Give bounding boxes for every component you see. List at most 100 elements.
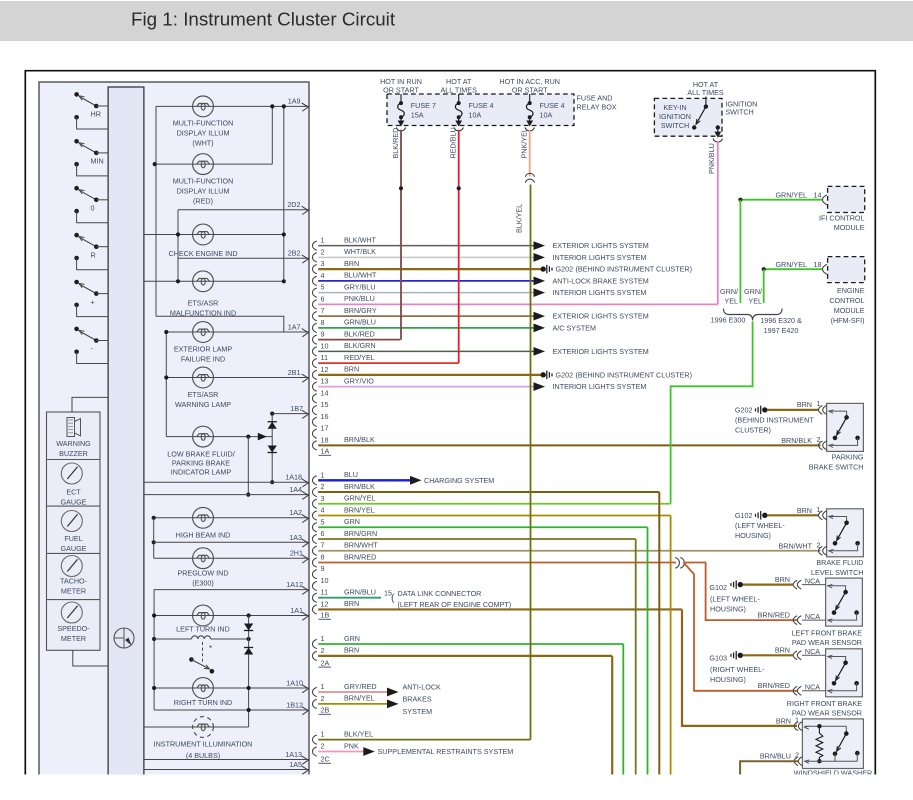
svg-text:GRN: GRN [344, 634, 360, 643]
svg-text:ALL TIMES: ALL TIMES [687, 88, 724, 97]
svg-text:7: 7 [321, 541, 325, 550]
svg-text:KEY-IN: KEY-IN [663, 103, 686, 112]
svg-text:15A: 15A [411, 111, 424, 120]
svg-text:G102: G102 [709, 583, 727, 592]
svg-text:2: 2 [795, 750, 799, 759]
svg-text:BLK/YEL: BLK/YEL [344, 729, 373, 738]
svg-text:BRN: BRN [775, 575, 790, 584]
svg-text:12: 12 [321, 599, 329, 608]
svg-text:2D2: 2D2 [287, 200, 300, 209]
svg-text:WARNING: WARNING [56, 439, 91, 448]
svg-text:1: 1 [321, 682, 325, 691]
svg-text:BRN: BRN [344, 259, 359, 268]
svg-text:(HFM-SFI): (HFM-SFI) [831, 316, 865, 325]
svg-text:OR START: OR START [383, 85, 419, 94]
svg-text:RED/BLU: RED/BLU [449, 127, 458, 158]
svg-text:MODULE: MODULE [834, 306, 865, 315]
svg-text:2: 2 [321, 646, 325, 655]
svg-text:ENGINE: ENGINE [837, 286, 865, 295]
svg-text:1996 E300: 1996 E300 [711, 316, 746, 325]
svg-text:RIGHT FRONT BRAKE: RIGHT FRONT BRAKE [787, 699, 862, 708]
svg-text:1A: 1A [321, 447, 330, 456]
svg-text:NCA: NCA [805, 647, 820, 656]
svg-text:BRN/BLK: BRN/BLK [344, 435, 375, 444]
svg-text:(4 BULBS): (4 BULBS) [186, 751, 220, 760]
svg-text:FUSE 4: FUSE 4 [469, 101, 494, 110]
svg-text:10: 10 [321, 341, 329, 350]
svg-text:2H1: 2H1 [290, 549, 303, 558]
svg-text:G202: G202 [735, 405, 753, 414]
svg-text:12: 12 [321, 365, 329, 374]
svg-text:RED/YEL: RED/YEL [344, 353, 375, 362]
svg-text:INDICATOR LAMP: INDICATOR LAMP [171, 468, 232, 477]
svg-text:BLU: BLU [344, 470, 358, 479]
svg-text:BRN/BLK: BRN/BLK [344, 482, 375, 491]
svg-text:SWITCH: SWITCH [725, 108, 753, 117]
svg-text:1: 1 [321, 730, 325, 739]
svg-text:(LEFT WHEEL-: (LEFT WHEEL- [710, 595, 760, 604]
svg-text:18: 18 [814, 260, 822, 269]
svg-text:1A1: 1A1 [290, 606, 303, 615]
svg-text:BRN/BLK: BRN/BLK [781, 436, 812, 445]
svg-text:(LEFT REAR OF ENGINE COMPT): (LEFT REAR OF ENGINE COMPT) [398, 600, 512, 609]
svg-text:FAILURE IND: FAILURE IND [181, 354, 225, 363]
svg-text:1: 1 [321, 470, 325, 479]
svg-text:ANTI-LOCK BRAKE SYSTEM: ANTI-LOCK BRAKE SYSTEM [553, 276, 649, 285]
svg-text:2B2: 2B2 [288, 249, 301, 258]
svg-text:BLK/YEL: BLK/YEL [515, 204, 524, 233]
svg-text:2C: 2C [321, 755, 330, 764]
svg-text:2B1: 2B1 [288, 368, 301, 377]
svg-text:1B12: 1B12 [286, 701, 303, 710]
svg-text:1A5: 1A5 [289, 760, 302, 769]
svg-text:WARNING LAMP: WARNING LAMP [175, 400, 231, 409]
svg-text:GRN/: GRN/ [744, 287, 762, 296]
svg-text:2: 2 [321, 694, 325, 703]
svg-text:PARKING BRAKE: PARKING BRAKE [172, 459, 230, 468]
svg-text:(RIGHT WHEEL-: (RIGHT WHEEL- [710, 665, 765, 674]
svg-text:SUPPLEMENTAL RESTRAINTS SYSTEM: SUPPLEMENTAL RESTRAINTS SYSTEM [378, 747, 514, 756]
svg-text:10A: 10A [540, 111, 553, 120]
svg-text:LOW BRAKE FLUID/: LOW BRAKE FLUID/ [167, 449, 235, 458]
svg-text:CHECK ENGINE IND: CHECK ENGINE IND [168, 249, 237, 258]
svg-text:2A: 2A [321, 658, 330, 667]
svg-text:HR: HR [91, 110, 101, 119]
svg-text:G103: G103 [709, 653, 727, 662]
svg-text:11: 11 [321, 353, 328, 362]
svg-text:GRN/YEL: GRN/YEL [344, 494, 376, 503]
svg-text:RIGHT TURN IND: RIGHT TURN IND [174, 698, 232, 707]
svg-text:R: R [91, 250, 96, 259]
svg-text:(BEHIND INSTRUMENT CLUSTER): (BEHIND INSTRUMENT CLUSTER) [576, 370, 692, 379]
svg-text:1A12: 1A12 [286, 580, 303, 589]
svg-text:1996 E320 &: 1996 E320 & [760, 316, 802, 325]
svg-text:17: 17 [321, 424, 329, 433]
svg-text:IFI CONTROL: IFI CONTROL [819, 214, 865, 223]
svg-text:MULTI-FUNCTION: MULTI-FUNCTION [173, 119, 234, 128]
svg-text:NCA: NCA [805, 612, 820, 621]
svg-text:BRN/YEL: BRN/YEL [344, 694, 375, 703]
svg-text:RELAY BOX: RELAY BOX [577, 103, 617, 112]
svg-text:DATA LINK CONNECTOR: DATA LINK CONNECTOR [398, 589, 482, 598]
svg-text:BRN/GRN: BRN/GRN [344, 529, 377, 538]
svg-text:PREGLOW IND: PREGLOW IND [177, 569, 228, 578]
svg-text:8: 8 [321, 318, 325, 327]
svg-text:10A: 10A [469, 111, 482, 120]
svg-text:(E300): (E300) [192, 579, 214, 588]
svg-text:BRN: BRN [344, 599, 359, 608]
svg-text:WHT/BLK: WHT/BLK [344, 247, 376, 256]
svg-text:5: 5 [321, 283, 325, 292]
svg-text:6: 6 [321, 294, 325, 303]
svg-text:GRN/YEL: GRN/YEL [775, 260, 807, 269]
svg-text:BRN/BLU: BRN/BLU [760, 751, 791, 760]
svg-text:GRN: GRN [344, 517, 360, 526]
svg-text:13: 13 [321, 377, 329, 386]
svg-text:2B: 2B [321, 706, 330, 715]
svg-text:0: 0 [91, 204, 95, 213]
svg-text:6: 6 [321, 529, 325, 538]
svg-text:MODULE: MODULE [834, 223, 865, 232]
svg-text:DISPLAY ILLUM: DISPLAY ILLUM [177, 129, 230, 138]
svg-text:2: 2 [817, 435, 821, 444]
svg-text:(: ( [391, 592, 395, 604]
svg-text:14: 14 [321, 388, 329, 397]
svg-text:CHARGING SYSTEM: CHARGING SYSTEM [424, 476, 494, 485]
svg-text:NCA: NCA [805, 683, 820, 692]
